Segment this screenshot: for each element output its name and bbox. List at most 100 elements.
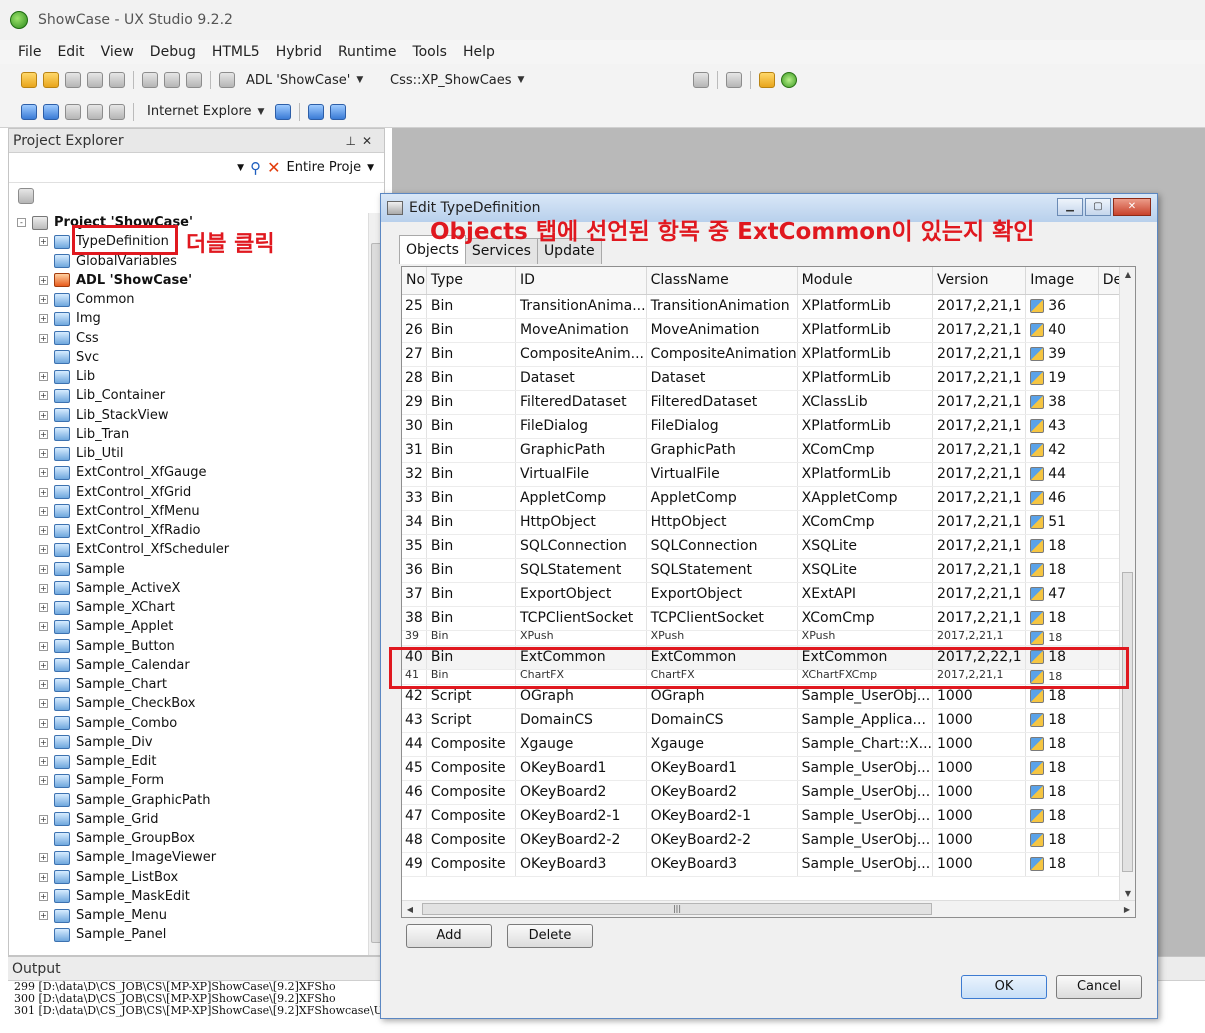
expand-icon[interactable]: + [39, 699, 48, 709]
expand-icon[interactable]: + [39, 526, 48, 536]
browser-combo[interactable]: Internet Explore ▼ [143, 101, 268, 123]
menu-edit[interactable]: Edit [57, 44, 84, 60]
search-scope-combo[interactable]: Entire Proje [286, 160, 361, 175]
column-header[interactable]: No [402, 267, 427, 295]
launch-icon[interactable] [21, 103, 37, 120]
table-row[interactable]: 28 Bin Dataset Dataset XPlatformLib 2017,2,21… [402, 366, 1135, 391]
expand-icon[interactable]: + [39, 718, 48, 728]
menu-view[interactable]: View [101, 44, 134, 60]
copy-icon[interactable] [164, 72, 180, 88]
table-row[interactable]: 47 Composite OKeyBoard2-1 OKeyBoard2-1 Sampl… [402, 804, 1135, 829]
tree-item[interactable]: + Sample_Calendar [9, 656, 369, 675]
scrollbar-thumb[interactable] [1122, 572, 1133, 872]
tree-item[interactable]: + Sample_ActiveX [9, 579, 369, 598]
minimize-icon[interactable]: ▁ [1057, 198, 1083, 216]
table-row[interactable]: 27 Bin CompositeAnim... CompositeAnimation X… [402, 342, 1135, 367]
expand-icon[interactable]: + [39, 814, 48, 824]
scroll-right-icon[interactable]: ▶ [1119, 901, 1135, 917]
expand-icon[interactable]: + [39, 333, 48, 343]
cut-icon[interactable] [142, 72, 158, 88]
tree-item[interactable]: Sample_Panel [9, 925, 369, 944]
collapse-all-icon[interactable] [18, 188, 34, 204]
ok-button[interactable]: OK [961, 975, 1047, 999]
expand-icon[interactable]: + [39, 391, 48, 401]
close-icon[interactable]: ✕ [362, 134, 378, 148]
table-row[interactable]: 38 Bin TCPClientSocket TCPClientSocket XComC… [402, 606, 1135, 631]
table-row[interactable]: 37 Bin ExportObject ExportObject XExtAPI 2017… [402, 582, 1135, 607]
column-header[interactable]: ClassName [646, 267, 798, 295]
expand-icon[interactable]: + [39, 757, 48, 767]
column-header[interactable]: Type [426, 267, 516, 295]
expand-icon[interactable]: + [39, 660, 48, 670]
new-project-icon[interactable] [21, 72, 37, 88]
tree-item[interactable]: + Sample_CheckBox [9, 694, 369, 713]
new-file-icon[interactable] [65, 72, 81, 88]
clear-search-icon[interactable]: ✕ [267, 158, 280, 177]
menu-help[interactable]: Help [463, 44, 495, 60]
tree-item[interactable]: + Lib_StackView [9, 406, 369, 425]
table-row[interactable]: 34 Bin HttpObject HttpObject XComCmp 2017,2,2… [402, 510, 1135, 535]
tree-item[interactable]: + Img [9, 309, 369, 328]
tree-item[interactable]: + Sample_ListBox [9, 868, 369, 887]
tree-item[interactable]: + Sample_Grid [9, 810, 369, 829]
pin-icon[interactable]: ⊥ [345, 134, 361, 148]
generate-icon[interactable] [330, 103, 347, 120]
table-row[interactable]: 44 Composite Xgauge Xgauge Sample_Chart::X..… [402, 732, 1135, 757]
help-icon[interactable] [781, 72, 797, 88]
tree-item[interactable]: Sample_GroupBox [9, 829, 369, 848]
table-row[interactable]: 43 Script DomainCS DomainCS Sample_Applica..… [402, 708, 1135, 733]
tree-item[interactable]: + Sample_Applet [9, 617, 369, 636]
table-row[interactable]: 48 Composite OKeyBoard2-2 OKeyBoard2-2 Sampl… [402, 828, 1135, 853]
expand-icon[interactable]: + [39, 564, 48, 574]
table-row[interactable]: 31 Bin GraphicPath GraphicPath XComCmp 2017,2… [402, 438, 1135, 463]
tree-item[interactable]: + Sample_Button [9, 637, 369, 656]
expand-icon[interactable]: + [39, 545, 48, 555]
menu-tools[interactable]: Tools [412, 44, 447, 60]
tree-item[interactable]: + Sample_Chart [9, 675, 369, 694]
table-row[interactable]: 30 Bin FileDialog FileDialog XPlatformLib 201… [402, 414, 1135, 439]
chevron-down-icon[interactable]: ▼ [367, 163, 374, 173]
table-row[interactable]: 46 Composite OKeyBoard2 OKeyBoard2 Sample_Us… [402, 780, 1135, 805]
delete-button[interactable]: Delete [507, 924, 593, 948]
quick-view-icon[interactable] [43, 103, 59, 120]
tree-item[interactable]: + ExtControl_XfMenu [9, 502, 369, 521]
tree-item[interactable]: + Sample_Div [9, 733, 369, 752]
expand-icon[interactable]: + [39, 872, 48, 882]
tree-item[interactable]: + Lib [9, 367, 369, 386]
expand-icon[interactable]: + [39, 641, 48, 651]
expand-icon[interactable]: + [39, 410, 48, 420]
expand-icon[interactable]: + [39, 737, 48, 747]
save-all-icon[interactable] [109, 72, 125, 88]
column-header[interactable]: Image [1025, 267, 1099, 295]
table-row[interactable]: 45 Composite OKeyBoard1 OKeyBoard1 Sample_Us… [402, 756, 1135, 781]
table-row[interactable]: 35 Bin SQLConnection SQLConnection XSQLite 20… [402, 534, 1135, 559]
close-icon[interactable]: ✕ [1113, 198, 1151, 216]
browser-run-icon[interactable] [275, 103, 292, 120]
expand-icon[interactable]: + [39, 429, 48, 439]
scrollbar-thumb[interactable]: ||| [422, 903, 932, 915]
tree-item[interactable]: + Css [9, 329, 369, 348]
chevron-down-icon[interactable]: ▼ [237, 163, 244, 173]
grid-horizontal-scrollbar[interactable]: ◀ ||| ▶ [402, 900, 1135, 917]
column-header[interactable]: Module [797, 267, 934, 295]
expand-icon[interactable]: + [39, 295, 48, 305]
collapse-icon[interactable]: - [17, 218, 26, 228]
validate-icon[interactable] [726, 72, 742, 88]
menu-file[interactable]: File [18, 44, 41, 60]
table-row[interactable]: 25 Bin TransitionAnima... TransitionAnimati… [402, 294, 1135, 319]
column-header[interactable]: Version [932, 267, 1027, 295]
table-row[interactable]: 36 Bin SQLStatement SQLStatement XSQLite 2017… [402, 558, 1135, 583]
tree-item[interactable]: + Sample_MaskEdit [9, 887, 369, 906]
scroll-left-icon[interactable]: ◀ [402, 901, 418, 917]
tree-item[interactable]: + ExtControl_XfGauge [9, 463, 369, 482]
tree-item[interactable]: + Sample_Edit [9, 752, 369, 771]
expand-icon[interactable]: + [39, 449, 48, 459]
expand-icon[interactable]: + [39, 468, 48, 478]
deploy-icon[interactable] [308, 103, 325, 120]
save-icon[interactable] [87, 72, 103, 88]
expand-icon[interactable]: + [39, 237, 48, 247]
tree-item[interactable]: + Lib_Util [9, 444, 369, 463]
tree-item[interactable]: + Sample_ImageViewer [9, 848, 369, 867]
run-disabled-icon[interactable] [65, 103, 81, 120]
column-header[interactable]: ID [515, 267, 647, 295]
